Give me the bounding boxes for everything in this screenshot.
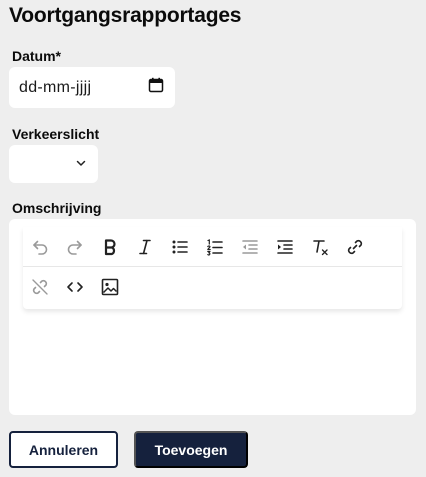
indent-icon[interactable] <box>273 235 297 259</box>
numbered-list-icon[interactable] <box>203 235 227 259</box>
code-icon[interactable] <box>63 275 87 299</box>
unlink-icon[interactable] <box>28 275 52 299</box>
traffic-light-select[interactable] <box>9 145 98 183</box>
outdent-icon[interactable] <box>238 235 262 259</box>
traffic-light-label: Verkeerslicht <box>12 126 100 142</box>
editor-content-area[interactable] <box>23 315 402 407</box>
link-icon[interactable] <box>343 235 367 259</box>
redo-icon[interactable] <box>63 235 87 259</box>
bold-icon[interactable] <box>98 235 122 259</box>
progress-reports-page: Voortgangsrapportages Datum* dd-mm-jjjj … <box>0 0 426 477</box>
date-placeholder: dd-mm-jjjj <box>19 78 92 96</box>
undo-icon[interactable] <box>28 235 52 259</box>
clear-formatting-icon[interactable] <box>308 235 332 259</box>
editor-toolbar <box>23 227 402 309</box>
date-input[interactable]: dd-mm-jjjj <box>9 67 175 108</box>
chevron-down-icon <box>76 155 86 173</box>
add-button[interactable]: Toevoegen <box>134 431 248 468</box>
date-label: Datum* <box>12 48 62 64</box>
toolbar-row <box>23 267 402 307</box>
description-editor <box>9 219 416 415</box>
toolbar-row <box>23 227 402 267</box>
italic-icon[interactable] <box>133 235 157 259</box>
bullet-list-icon[interactable] <box>168 235 192 259</box>
page-title: Voortgangsrapportages <box>9 4 242 27</box>
image-icon[interactable] <box>98 275 122 299</box>
cancel-button[interactable]: Annuleren <box>9 431 118 468</box>
description-label: Omschrijving <box>12 200 102 216</box>
calendar-icon[interactable] <box>148 77 164 98</box>
